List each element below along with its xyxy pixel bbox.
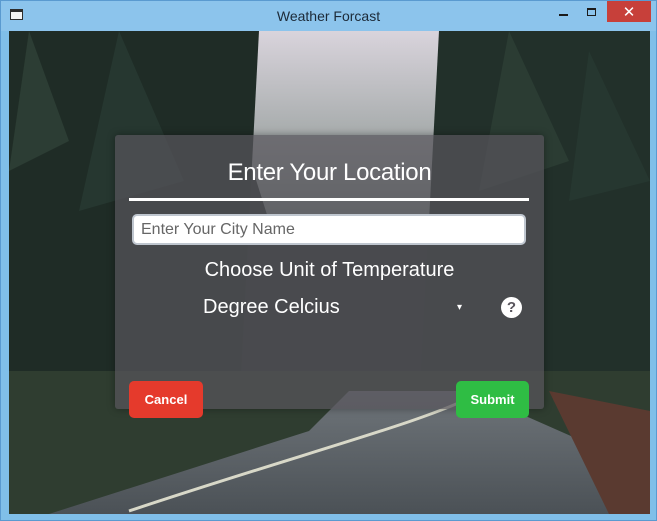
location-form-panel: Enter Your Location Choose Unit of Tempe… [115, 135, 544, 418]
temperature-unit-dropdown[interactable]: Degree Celcius ▾ [203, 296, 469, 320]
title-bar[interactable]: Weather Forcast ✕ [1, 1, 656, 31]
submit-button[interactable]: Submit [456, 381, 529, 418]
close-button[interactable]: ✕ [607, 1, 651, 22]
maximize-button[interactable] [577, 1, 605, 22]
selected-unit: Degree Celcius [203, 296, 340, 318]
cancel-button[interactable]: Cancel [129, 381, 203, 418]
help-icon[interactable]: ? [501, 297, 522, 318]
minimize-icon [558, 13, 568, 16]
maximize-icon [586, 7, 596, 16]
minimize-button[interactable] [549, 1, 577, 22]
chevron-down-icon: ▾ [457, 302, 463, 313]
heading-divider [129, 198, 529, 201]
city-name-input[interactable] [132, 214, 526, 245]
form-heading: Enter Your Location [227, 159, 432, 186]
unit-label: Choose Unit of Temperature [204, 259, 455, 281]
forest-road-background: Enter Your Location Choose Unit of Tempe… [9, 31, 650, 514]
close-icon: ✕ [622, 3, 636, 21]
app-window: Weather Forcast ✕ Enter Your Location En… [0, 0, 657, 521]
